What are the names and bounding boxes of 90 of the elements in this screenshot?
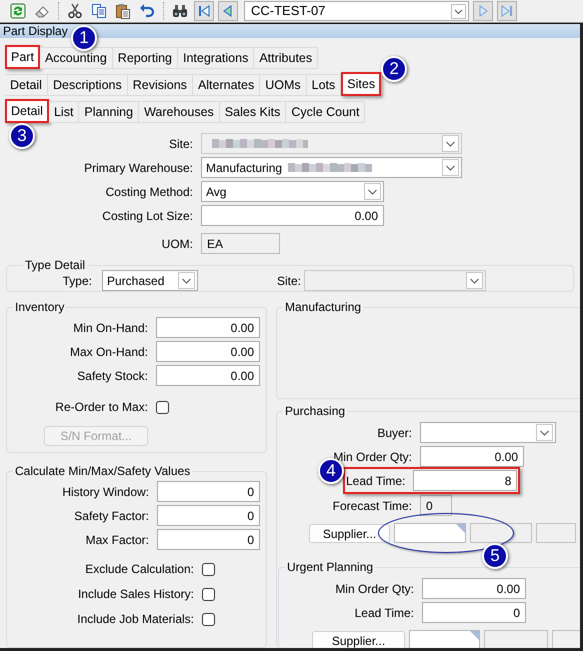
input-field[interactable]: 0.00 xyxy=(156,317,260,338)
field-label: Safety Stock: xyxy=(77,368,148,384)
field-label: Site: xyxy=(168,136,193,152)
field-label: Min On-Hand: xyxy=(73,320,148,336)
input-field[interactable]: 0.00 xyxy=(420,446,524,467)
group-title: Inventory xyxy=(14,299,66,316)
field-label: Forecast Time: xyxy=(332,498,412,514)
callout-badge: 2 xyxy=(381,56,408,82)
previous-record-icon[interactable] xyxy=(218,1,238,21)
input-field[interactable]: 8 xyxy=(413,470,518,491)
dropdown-field[interactable] xyxy=(420,422,556,443)
dropdown-field[interactable]: Avg xyxy=(201,181,384,202)
tab[interactable]: Attributes xyxy=(254,47,318,69)
tab[interactable]: Descriptions xyxy=(48,74,128,96)
input-field[interactable]: 0.00 xyxy=(422,578,526,599)
tab[interactable]: Revisions xyxy=(128,74,193,96)
chevron-icon xyxy=(451,4,466,18)
field-label: Primary Warehouse: xyxy=(84,160,193,176)
tab[interactable]: Integrations xyxy=(178,47,254,69)
input-field[interactable] xyxy=(409,630,480,648)
tab[interactable]: Planning xyxy=(79,101,140,123)
refresh-icon[interactable] xyxy=(8,1,28,21)
group-title: Manufacturing xyxy=(284,299,362,316)
tab[interactable]: Sites xyxy=(341,72,382,96)
field-label: Include Sales History: xyxy=(78,586,194,603)
supplier-button[interactable]: Supplier... xyxy=(312,630,405,648)
field-label: Max Factor: xyxy=(86,532,149,548)
tab[interactable]: Alternates xyxy=(192,74,260,96)
paste-icon[interactable] xyxy=(113,1,133,21)
supplier-button[interactable]: Supplier... xyxy=(309,524,390,542)
dropdown-field[interactable]: Manufacturing xyxy=(201,157,462,178)
field-label: Max On-Hand: xyxy=(70,344,148,360)
checkbox[interactable] xyxy=(202,612,215,626)
input-field[interactable]: 0.00 xyxy=(201,205,384,226)
dropdown-field[interactable]: Purchased xyxy=(102,270,198,291)
input-field[interactable]: 0 xyxy=(422,602,526,623)
tab[interactable]: Reporting xyxy=(112,47,178,69)
callout-badge: 5 xyxy=(482,543,508,569)
field-label: Site: xyxy=(276,272,301,290)
field-label: Type: xyxy=(62,272,92,290)
tab[interactable]: Detail xyxy=(5,99,49,123)
field-label: Safety Factor: xyxy=(74,508,149,524)
corner-marker-icon xyxy=(456,524,465,533)
field-label: Min Order Qty: xyxy=(335,580,414,598)
chevron-icon xyxy=(178,272,195,289)
input-field[interactable]: 0.00 xyxy=(156,365,260,386)
chevron-icon xyxy=(536,424,553,441)
input-field[interactable]: 0 xyxy=(157,529,260,550)
input-field xyxy=(484,630,548,648)
tab[interactable]: List xyxy=(48,101,80,123)
checkbox[interactable] xyxy=(156,400,169,414)
chevron-icon xyxy=(466,272,483,289)
field-label: Re-Order to Max: xyxy=(55,399,148,416)
first-record-icon[interactable] xyxy=(194,1,214,21)
tab[interactable]: Lots xyxy=(306,74,342,96)
field-label: Include Job Materials: xyxy=(77,611,194,628)
field-label: History Window: xyxy=(62,484,149,500)
chevron-icon xyxy=(442,135,459,152)
field-label: Costing Lot Size: xyxy=(102,208,193,224)
group-title: Type Detail xyxy=(24,257,86,274)
field-label: UOM: xyxy=(162,236,193,252)
input-field xyxy=(470,523,532,543)
checkbox[interactable] xyxy=(202,588,215,600)
input-field[interactable]: 0.00 xyxy=(156,341,260,362)
tab[interactable]: Detail xyxy=(5,74,48,96)
copy-icon[interactable] xyxy=(89,1,109,21)
tab[interactable]: Cycle Count xyxy=(286,101,366,123)
tab[interactable]: Sales Kits xyxy=(220,101,286,123)
field-label: Costing Method: xyxy=(106,184,193,200)
callout-badge: 3 xyxy=(9,123,35,149)
tab[interactable]: Part xyxy=(5,45,40,69)
group-title: Purchasing xyxy=(284,403,346,420)
field-label: Lead Time: xyxy=(346,472,406,490)
checkbox[interactable] xyxy=(202,562,215,576)
corner-marker-icon xyxy=(470,631,479,640)
field-label: Buyer: xyxy=(377,424,412,442)
input-field[interactable]: 0 xyxy=(157,505,260,526)
tab[interactable]: UOMs xyxy=(260,74,307,96)
record-dropdown[interactable]: CC-TEST-07 xyxy=(244,1,469,21)
input-field xyxy=(536,523,576,543)
tab[interactable]: Accounting xyxy=(40,47,113,69)
input-field[interactable]: 0 xyxy=(157,481,260,502)
field-label: Exclude Calculation: xyxy=(85,561,194,578)
chevron-icon xyxy=(364,183,381,200)
field-label: Lead Time: xyxy=(354,604,414,622)
group-title: Urgent Planning xyxy=(286,559,374,576)
input-field[interactable] xyxy=(394,523,466,543)
tab[interactable]: Warehouses xyxy=(139,101,220,123)
chevron-icon xyxy=(442,159,459,176)
group-title: Calculate Min/Max/Safety Values xyxy=(14,463,192,480)
